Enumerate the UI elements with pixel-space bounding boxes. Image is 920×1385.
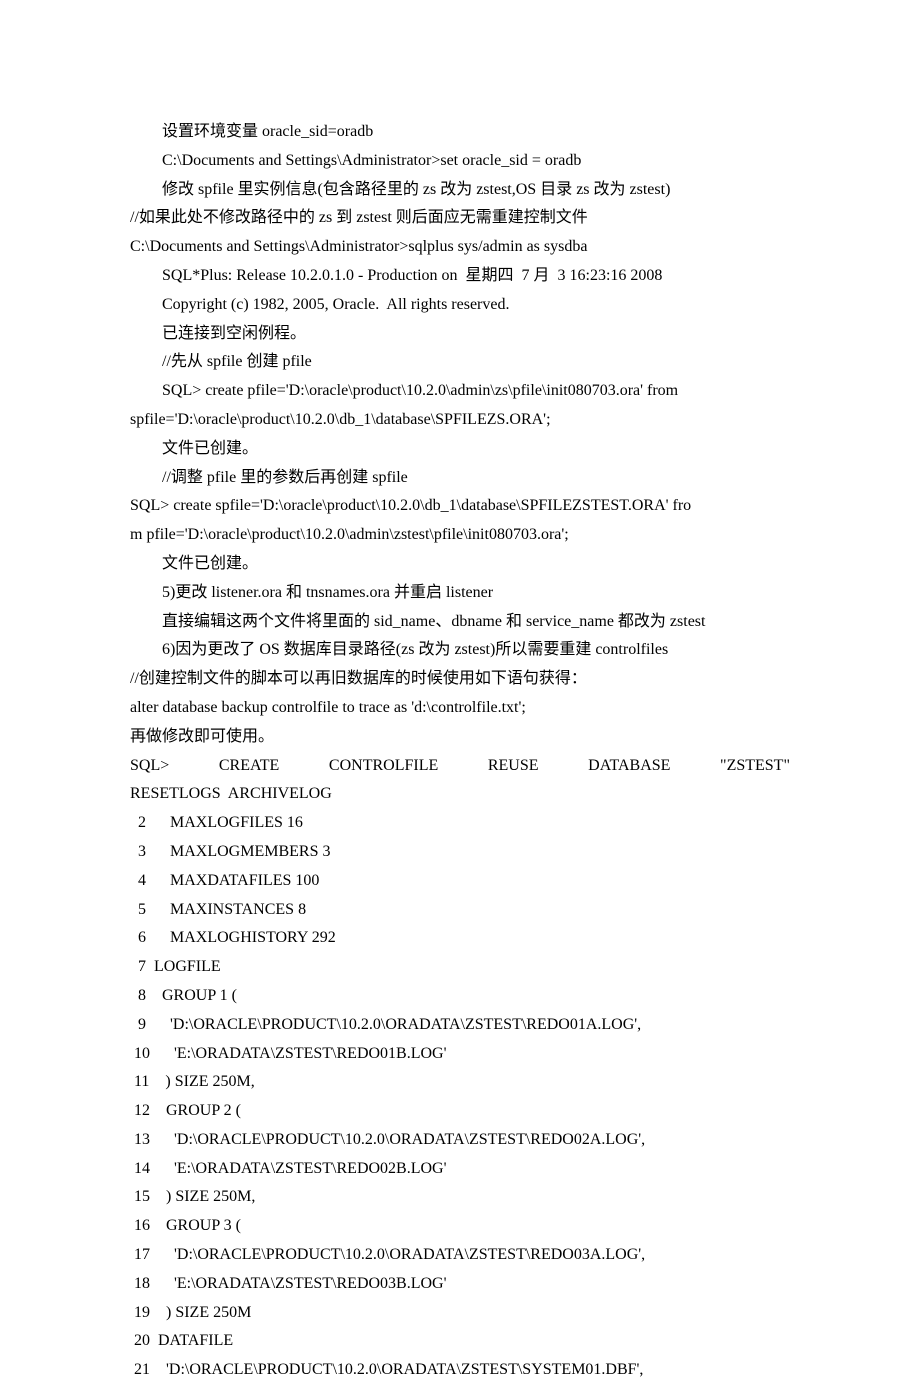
text-line: 6)因为更改了 OS 数据库目录路径(zs 改为 zstest)所以需要重建 c…: [130, 636, 790, 665]
text-line: 18 'E:\ORADATA\ZSTEST\REDO03B.LOG': [130, 1270, 790, 1299]
text-line: C:\Documents and Settings\Administrator>…: [130, 233, 790, 262]
text-line: 21 'D:\ORACLE\PRODUCT\10.2.0\ORADATA\ZST…: [130, 1356, 790, 1385]
text-line: 19 ) SIZE 250M: [130, 1299, 790, 1328]
text-line: //调整 pfile 里的参数后再创建 spfile: [130, 464, 790, 493]
text-line: 再做修改即可使用。: [130, 723, 790, 752]
text-line: 13 'D:\ORACLE\PRODUCT\10.2.0\ORADATA\ZST…: [130, 1126, 790, 1155]
text-line: SQL> CREATE CONTROLFILE REUSE DATABASE "ZSTES…: [130, 752, 790, 781]
text-span: SQL>: [130, 752, 169, 781]
text-line: m pfile='D:\oracle\product\10.2.0\admin\…: [130, 521, 790, 550]
text-line: 2 MAXLOGFILES 16: [130, 809, 790, 838]
text-line: 文件已创建。: [130, 550, 790, 579]
text-line: 12 GROUP 2 (: [130, 1097, 790, 1126]
text-line: 14 'E:\ORADATA\ZSTEST\REDO02B.LOG': [130, 1155, 790, 1184]
text-line: 5)更改 listener.ora 和 tnsnames.ora 并重启 lis…: [130, 579, 790, 608]
text-line: 16 GROUP 3 (: [130, 1212, 790, 1241]
text-line: 7 LOGFILE: [130, 953, 790, 982]
text-line: 6 MAXLOGHISTORY 292: [130, 924, 790, 953]
text-span: DATABASE: [588, 752, 670, 781]
text-line: 10 'E:\ORADATA\ZSTEST\REDO01B.LOG': [130, 1040, 790, 1069]
text-line: Copyright (c) 1982, 2005, Oracle. All ri…: [130, 291, 790, 320]
text-line: 20 DATAFILE: [130, 1327, 790, 1356]
text-line: 已连接到空闲例程。: [130, 320, 790, 349]
text-line: SQL> create pfile='D:\oracle\product\10.…: [130, 377, 790, 406]
text-line: C:\Documents and Settings\Administrator>…: [130, 147, 790, 176]
text-line: 设置环境变量 oracle_sid=oradb: [130, 118, 790, 147]
document-page: 设置环境变量 oracle_sid=oradbC:\Documents and …: [0, 0, 920, 1385]
text-line: //如果此处不修改路径中的 zs 到 zstest 则后面应无需重建控制文件: [130, 204, 790, 233]
text-line: SQL> create spfile='D:\oracle\product\10…: [130, 492, 790, 521]
text-line: spfile='D:\oracle\product\10.2.0\db_1\da…: [130, 406, 790, 435]
text-line: //先从 spfile 创建 pfile: [130, 348, 790, 377]
text-line: RESETLOGS ARCHIVELOG: [130, 780, 790, 809]
text-line: 直接编辑这两个文件将里面的 sid_name、dbname 和 service_…: [130, 608, 790, 637]
text-span: REUSE: [488, 752, 539, 781]
text-line: 5 MAXINSTANCES 8: [130, 896, 790, 925]
text-line: SQL*Plus: Release 10.2.0.1.0 - Productio…: [130, 262, 790, 291]
text-span: CREATE: [219, 752, 279, 781]
text-span: "ZSTEST": [720, 752, 790, 781]
text-span: CONTROLFILE: [329, 752, 438, 781]
text-line: //创建控制文件的脚本可以再旧数据库的时候使用如下语句获得：: [130, 665, 790, 694]
text-line: 9 'D:\ORACLE\PRODUCT\10.2.0\ORADATA\ZSTE…: [130, 1011, 790, 1040]
text-line: 17 'D:\ORACLE\PRODUCT\10.2.0\ORADATA\ZST…: [130, 1241, 790, 1270]
text-line: alter database backup controlfile to tra…: [130, 694, 790, 723]
text-line: 3 MAXLOGMEMBERS 3: [130, 838, 790, 867]
text-line: 4 MAXDATAFILES 100: [130, 867, 790, 896]
text-line: 15 ) SIZE 250M,: [130, 1183, 790, 1212]
text-line: 11 ) SIZE 250M,: [130, 1068, 790, 1097]
text-line: 8 GROUP 1 (: [130, 982, 790, 1011]
text-line: 文件已创建。: [130, 435, 790, 464]
text-line: 修改 spfile 里实例信息(包含路径里的 zs 改为 zstest,OS 目…: [130, 176, 790, 205]
